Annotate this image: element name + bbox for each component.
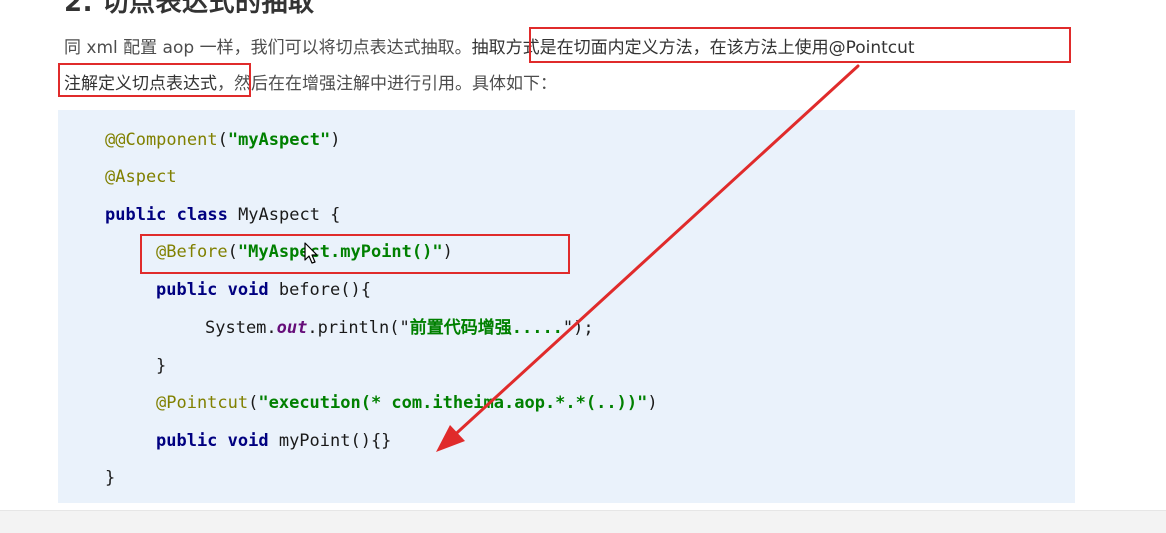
arrow-shaft — [446, 64, 860, 443]
bottom-bar — [0, 510, 1166, 533]
mouse-cursor-icon — [304, 242, 318, 264]
red-arrow-annotation — [436, 64, 860, 452]
